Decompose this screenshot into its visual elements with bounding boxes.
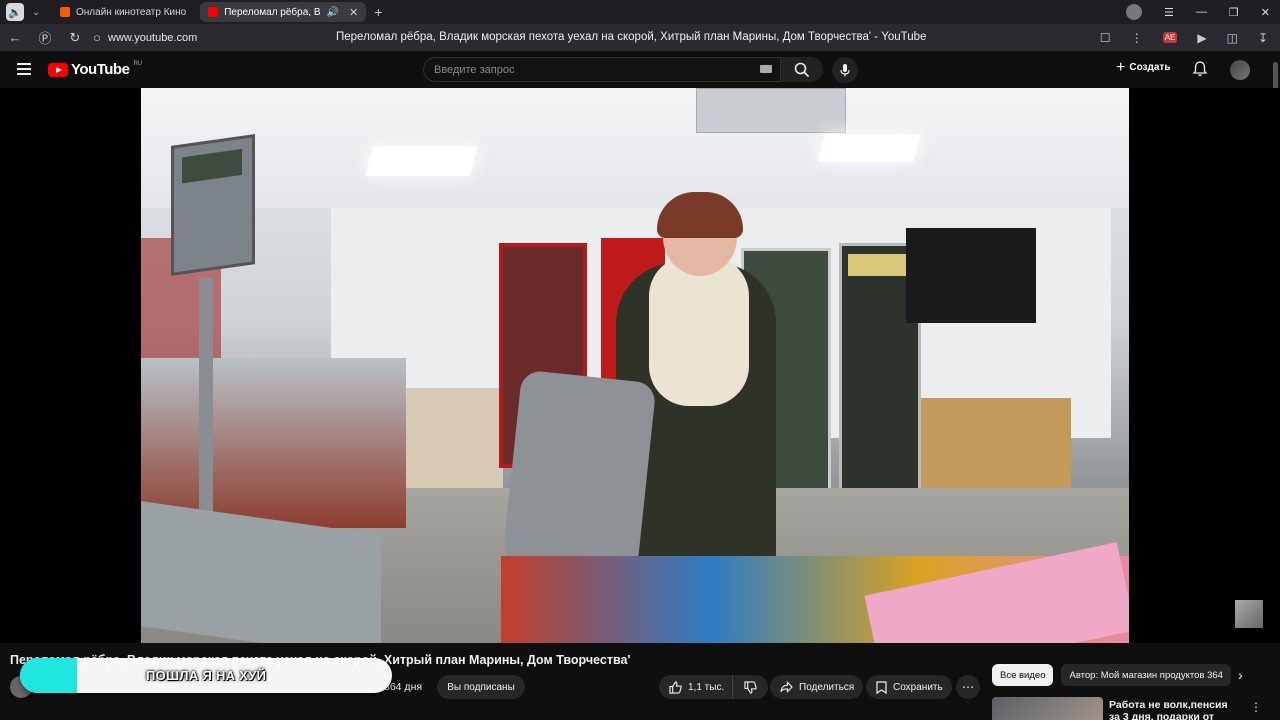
extension-icon[interactable]: AE <box>1162 32 1178 43</box>
back-icon[interactable]: ← <box>0 30 30 45</box>
chip-all-videos[interactable]: Все видео <box>992 664 1054 686</box>
overlay-caption: ПОШЛА Я НА ХУЙ <box>146 668 267 683</box>
youtube-header: YouTube RU + Создать <box>0 51 1280 88</box>
share-label: Поделиться <box>799 681 855 693</box>
new-tab-icon[interactable]: + <box>374 4 382 20</box>
related-filter-chips: Все видео Автор: Мой магазин продуктов 3… <box>992 664 1231 686</box>
account-avatar[interactable] <box>1230 60 1250 80</box>
video-player[interactable] <box>141 88 1129 643</box>
close-tab-icon[interactable]: ✕ <box>349 6 358 19</box>
more-actions-button[interactable]: ⋯ <box>956 675 980 699</box>
dislike-button[interactable] <box>733 680 768 694</box>
scene-scale <box>171 134 255 276</box>
yandex-icon[interactable]: Ⓟ <box>30 28 60 47</box>
share-icon <box>780 681 793 693</box>
favicon-icon <box>60 7 70 17</box>
logo-region: RU <box>133 60 143 67</box>
browser-tab-bar: 🔈 ⌄ Онлайн кинотеатр Кино Переломал рёбр… <box>0 0 1280 24</box>
tab-youtube[interactable]: Переломал рёбра, В 🔊 ✕ <box>200 2 367 22</box>
youtube-logo[interactable]: YouTube RU <box>48 61 142 78</box>
thumbs-up-icon <box>669 680 682 694</box>
like-count: 1,1 тыс. <box>688 681 725 693</box>
scene-ceiling-light <box>364 146 479 176</box>
download-icon[interactable]: ↧ <box>1258 31 1268 45</box>
site-info-icon[interactable]: ○ <box>90 30 104 45</box>
voice-search-button[interactable] <box>832 57 858 83</box>
recommended-title[interactable]: Работа не волк,пенсия за 3 дня, подарки … <box>1109 699 1234 720</box>
youtube-play-icon <box>48 62 68 77</box>
chevron-right-icon[interactable]: › <box>1238 667 1243 683</box>
subscribed-button[interactable]: Вы подписаны <box>437 675 525 699</box>
save-button[interactable]: Сохранить <box>866 675 952 699</box>
page-title: Переломал рёбра, Владик морская пехота у… <box>336 31 927 43</box>
thumbs-down-icon <box>744 680 757 694</box>
search-box <box>423 57 781 82</box>
create-button[interactable]: + Создать <box>1116 58 1171 76</box>
scene-ceiling <box>141 88 1129 208</box>
scene-person-scarf <box>649 256 749 406</box>
search-input[interactable] <box>424 58 744 81</box>
profile-icon[interactable] <box>1126 4 1143 20</box>
overlay-progress-fill <box>20 658 77 693</box>
chevron-down-icon[interactable]: ⌄ <box>32 7 46 18</box>
share-button[interactable]: Поделиться <box>770 675 863 699</box>
scene-air-conditioner <box>696 88 846 133</box>
menu-icon[interactable]: ☰ <box>1164 6 1174 19</box>
tab-label: Онлайн кинотеатр Кино <box>76 6 187 18</box>
address-bar: ← Ⓟ ↻ ○ www.youtube.com Переломал рёбра,… <box>0 24 1280 51</box>
microphone-icon <box>840 64 850 77</box>
logo-text: YouTube <box>71 61 130 78</box>
chip-author[interactable]: Автор: Мой магазин продуктов 364 <box>1061 664 1231 686</box>
address-bar-tools: ☐ ⋮ AE ▶ ◫ ↧ <box>1100 24 1268 51</box>
tab-label: Переломал рёбра, В <box>224 6 321 18</box>
url-field[interactable]: www.youtube.com <box>108 32 197 44</box>
reload-icon[interactable]: ↻ <box>60 30 90 46</box>
search-button[interactable] <box>781 57 823 82</box>
video-icon[interactable]: ▶ <box>1197 31 1206 45</box>
scene-ceiling-light <box>817 134 921 162</box>
collections-icon[interactable]: ◫ <box>1227 31 1238 45</box>
scene-scale-screen <box>182 148 242 184</box>
create-label: Создать <box>1129 62 1171 73</box>
restore-icon[interactable]: ❐ <box>1229 6 1239 19</box>
notifications-bell-icon[interactable] <box>1192 61 1208 82</box>
minimize-icon[interactable]: — <box>1196 6 1207 18</box>
recommended-thumbnail[interactable] <box>992 697 1103 720</box>
scene-tv <box>906 228 1036 323</box>
search-icon <box>794 62 810 77</box>
scene-display-case <box>141 358 406 528</box>
scene-counter <box>921 398 1071 498</box>
more-vertical-icon[interactable]: ⋮ <box>1250 700 1262 714</box>
keyboard-icon[interactable] <box>760 65 772 73</box>
window-controls: ☰ — ❐ ✕ <box>1126 0 1270 24</box>
save-label: Сохранить <box>893 681 943 693</box>
more-vertical-icon[interactable]: ⋮ <box>1131 31 1143 45</box>
speaker-icon: 🔊 <box>326 6 339 18</box>
save-icon <box>876 680 887 694</box>
channel-watermark[interactable] <box>1235 600 1263 628</box>
scene-scale-pole <box>199 278 213 528</box>
bookmark-icon[interactable]: ☐ <box>1100 31 1111 45</box>
more-horizontal-icon: ⋯ <box>962 680 974 694</box>
tab-kino[interactable]: Онлайн кинотеатр Кино <box>52 2 194 22</box>
plus-icon: + <box>1116 58 1126 76</box>
hamburger-menu-icon[interactable] <box>17 63 31 75</box>
sound-icon[interactable]: 🔈 <box>6 3 24 21</box>
like-dislike-group: 1,1 тыс. <box>659 675 768 699</box>
scene-fridge-label <box>848 254 912 276</box>
close-window-icon[interactable]: ✕ <box>1261 6 1270 19</box>
like-button[interactable]: 1,1 тыс. <box>659 675 733 699</box>
youtube-favicon-icon <box>208 7 219 17</box>
